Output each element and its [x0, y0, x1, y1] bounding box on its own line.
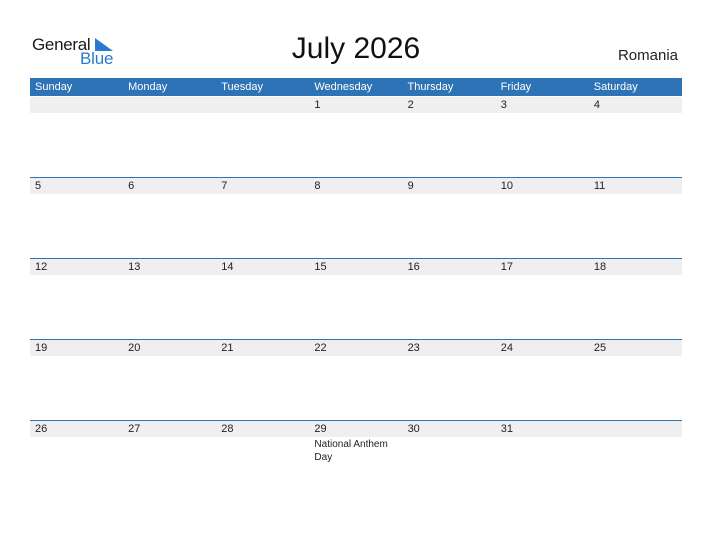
- day-cell: 25: [589, 340, 682, 421]
- day-cell: [216, 97, 309, 178]
- day-cell: [123, 97, 216, 178]
- country-label: Romania: [617, 47, 678, 64]
- weekday-wednesday: Wednesday: [314, 81, 373, 93]
- day-number: 12: [35, 261, 48, 273]
- day-cell: 13: [123, 259, 216, 340]
- day-number: 30: [407, 423, 420, 435]
- day-number: 8: [314, 180, 321, 192]
- day-number: 17: [500, 261, 513, 273]
- day-number: 2: [407, 99, 414, 111]
- day-number: 5: [35, 180, 42, 192]
- day-number: 7: [221, 180, 228, 192]
- day-number: 1: [314, 99, 321, 111]
- week-row: 5 6 7 8 9 10 11: [30, 177, 682, 259]
- week-row: 1 2 3 4: [30, 97, 682, 178]
- day-cell: 23: [403, 340, 496, 421]
- day-cell: [589, 421, 682, 502]
- day-number: 19: [35, 342, 48, 354]
- day-cell: 12: [30, 259, 123, 340]
- day-cell: [30, 97, 123, 178]
- day-cell: 15: [309, 259, 402, 340]
- day-cell: 10: [496, 178, 589, 259]
- day-cell: 28: [216, 421, 309, 502]
- weekday-friday: Friday: [500, 81, 532, 93]
- day-number: 31: [500, 423, 513, 435]
- day-number: 23: [407, 342, 420, 354]
- holiday-event: National Anthem Day: [314, 439, 388, 463]
- day-number: 21: [221, 342, 234, 354]
- day-cell: 4: [589, 97, 682, 178]
- day-number: 16: [407, 261, 420, 273]
- day-cell: 14: [216, 259, 309, 340]
- day-cell: 8: [309, 178, 402, 259]
- day-cell: 1: [309, 97, 402, 178]
- day-number: 14: [221, 261, 234, 273]
- day-cell: 30: [403, 421, 496, 502]
- day-cell: 6: [123, 178, 216, 259]
- day-number: 28: [221, 423, 234, 435]
- day-cell: 11: [589, 178, 682, 259]
- day-cell: 18: [589, 259, 682, 340]
- weekday-thursday: Thursday: [407, 81, 454, 93]
- day-number: 6: [128, 180, 135, 192]
- day-cell: 3: [496, 97, 589, 178]
- day-cell: 2: [403, 97, 496, 178]
- day-number: 10: [500, 180, 513, 192]
- day-number: 25: [593, 342, 607, 354]
- day-cell: 16: [403, 259, 496, 340]
- day-number: 9: [407, 180, 414, 192]
- weekday-saturday: Saturday: [593, 81, 638, 93]
- day-cell: 26: [30, 421, 123, 502]
- day-cell: 20: [123, 340, 216, 421]
- day-number: 4: [593, 99, 600, 111]
- day-number: 20: [128, 342, 141, 354]
- day-cell: 17: [496, 259, 589, 340]
- day-number: 13: [128, 261, 141, 273]
- day-cell: 5: [30, 178, 123, 259]
- week-row: 12 13 14 15 16 17 18: [30, 258, 682, 340]
- day-cell: 19: [30, 340, 123, 421]
- day-number: 11: [593, 180, 606, 192]
- week-row: 19 20 21 22 23 24 25: [30, 339, 682, 421]
- day-number: 3: [500, 99, 507, 111]
- day-number: 29: [314, 423, 327, 435]
- day-cell: 21: [216, 340, 309, 421]
- day-cell: 29 National Anthem Day: [309, 421, 402, 502]
- day-cell: 24: [496, 340, 589, 421]
- day-cell: 27: [123, 421, 216, 502]
- weekday-sunday: Sunday: [35, 81, 73, 93]
- weekday-tuesday: Tuesday: [221, 81, 264, 93]
- day-number: 27: [128, 423, 141, 435]
- day-cell: 31: [496, 421, 589, 502]
- week-row: 26 27 28 29 National Anthem Day 30 31: [30, 420, 682, 502]
- day-number: 26: [35, 423, 48, 435]
- day-cell: 7: [216, 178, 309, 259]
- weekday-monday: Monday: [128, 81, 168, 93]
- calendar-title: July 2026: [291, 32, 421, 65]
- day-cell: 22: [309, 340, 402, 421]
- day-cell: 9: [403, 178, 496, 259]
- day-number: 15: [314, 261, 327, 273]
- day-number: 24: [500, 342, 513, 354]
- weekday-header: Sunday Monday Tuesday Wednesday Thursday…: [30, 78, 682, 96]
- day-number: 22: [314, 342, 327, 354]
- day-number: 18: [593, 261, 607, 273]
